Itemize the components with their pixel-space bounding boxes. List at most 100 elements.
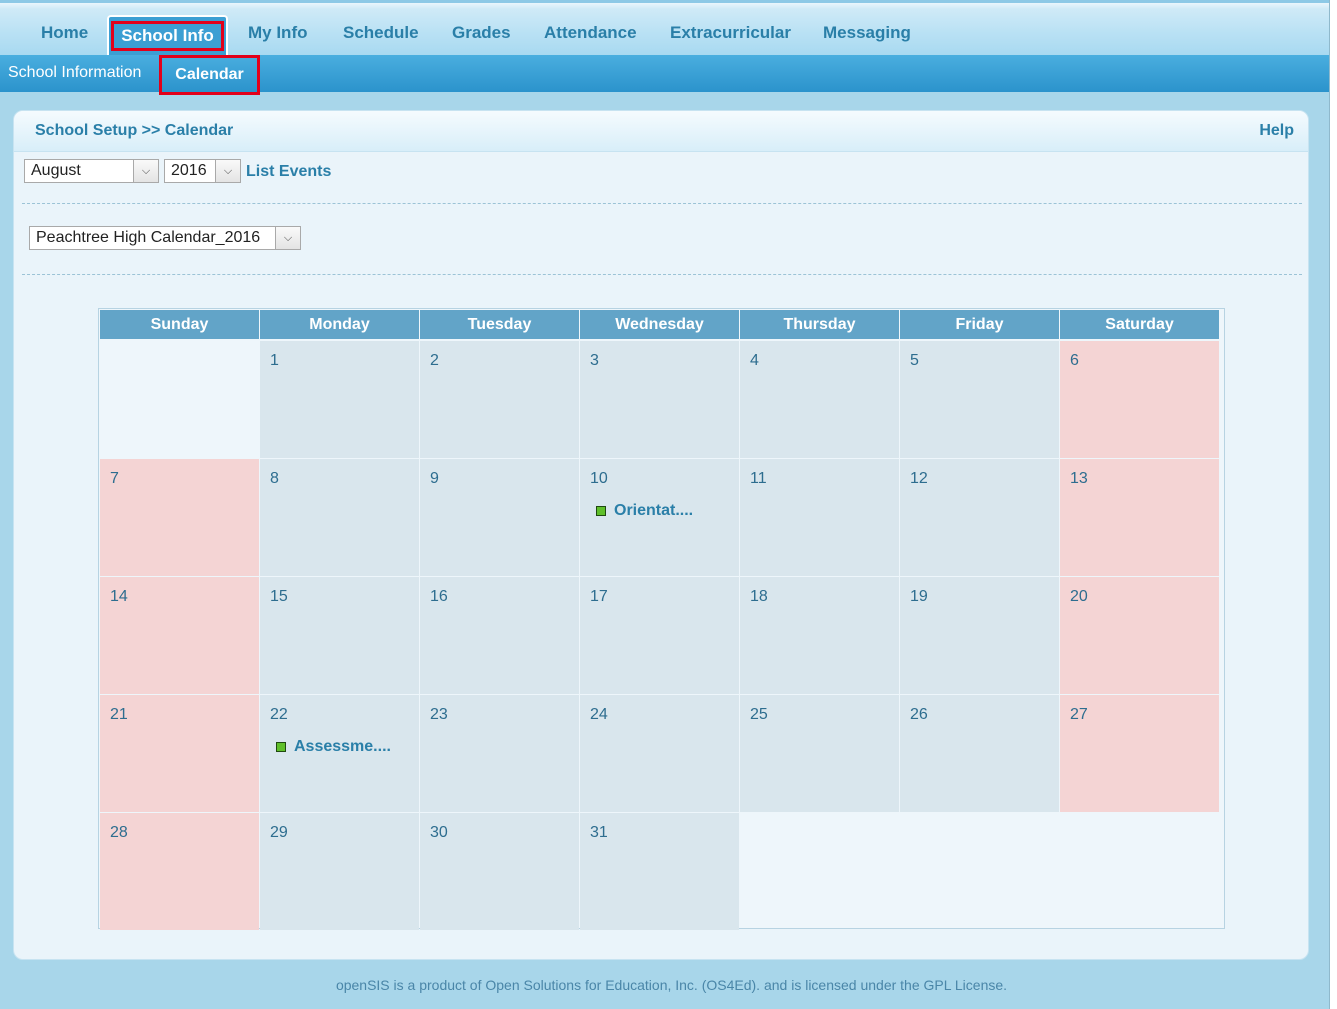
calendar-day-cell[interactable]: 26 — [900, 695, 1059, 812]
day-number: 19 — [910, 588, 928, 605]
divider — [22, 203, 1302, 204]
day-number: 24 — [590, 706, 608, 723]
calendar-day-cell[interactable]: 4 — [740, 341, 899, 458]
calendar-day-cell[interactable]: 20 — [1060, 577, 1219, 694]
event-marker-icon — [276, 742, 286, 752]
calendar-empty-cell — [100, 341, 259, 458]
calendar-day-cell[interactable]: 22 Assessme.... — [260, 695, 419, 812]
subnav-calendar[interactable]: Calendar — [159, 55, 260, 95]
calendar-select[interactable]: Peachtree High Calendar_2016 ⌵ — [29, 226, 301, 250]
calendar-day-cell[interactable]: 11 — [740, 459, 899, 576]
calendar-day-cell[interactable]: 30 — [420, 813, 579, 930]
list-events-link[interactable]: List Events — [246, 163, 331, 181]
tab-school-info[interactable]: School Info — [107, 15, 228, 58]
event-title: Assessme.... — [294, 738, 391, 755]
day-number: 4 — [750, 352, 759, 369]
calendar-day-cell[interactable]: 17 — [580, 577, 739, 694]
day-of-week-wednesday: Wednesday — [580, 310, 739, 339]
chevron-down-icon: ⌵ — [215, 160, 240, 182]
day-number: 13 — [1070, 470, 1088, 487]
day-number: 31 — [590, 824, 608, 841]
day-number: 6 — [1070, 352, 1079, 369]
calendar-day-cell[interactable]: 31 — [580, 813, 739, 930]
day-number: 30 — [430, 824, 448, 841]
calendar-day-cell[interactable]: 8 — [260, 459, 419, 576]
calendar-day-cell[interactable]: 14 — [100, 577, 259, 694]
help-link[interactable]: Help — [1259, 122, 1294, 140]
top-navigation: Home School Info My Info Schedule Grades… — [0, 0, 1329, 58]
day-number: 10 — [590, 470, 608, 487]
day-number: 2 — [430, 352, 439, 369]
day-number: 14 — [110, 588, 128, 605]
day-number: 18 — [750, 588, 768, 605]
day-number: 1 — [270, 352, 279, 369]
calendar-day-cell[interactable]: 28 — [100, 813, 259, 930]
footer-text: openSIS is a product of Open Solutions f… — [335, 977, 1008, 993]
calendar-day-cell[interactable]: 15 — [260, 577, 419, 694]
day-number: 22 — [270, 706, 288, 723]
month-select-value: August — [31, 162, 81, 179]
calendar-day-cell[interactable]: 5 — [900, 341, 1059, 458]
tab-schedule[interactable]: Schedule — [343, 23, 419, 43]
calendar-week-row: 14 15 16 17 18 19 20 — [100, 577, 1220, 694]
day-number: 8 — [270, 470, 279, 487]
tab-extracurricular[interactable]: Extracurricular — [670, 23, 791, 43]
tab-grades[interactable]: Grades — [452, 23, 511, 43]
subnav-school-information[interactable]: School Information — [8, 64, 141, 82]
day-of-week-saturday: Saturday — [1060, 310, 1219, 339]
window-right-edge — [1329, 0, 1337, 1009]
calendar-day-cell[interactable]: 13 — [1060, 459, 1219, 576]
calendar-week-row: 21 22 Assessme.... 23 24 25 26 27 — [100, 695, 1220, 812]
calendar-day-cell[interactable]: 23 — [420, 695, 579, 812]
year-select[interactable]: 2016 ⌵ — [164, 159, 241, 183]
calendar-day-cell[interactable]: 29 — [260, 813, 419, 930]
calendar-day-cell[interactable]: 12 — [900, 459, 1059, 576]
day-number: 25 — [750, 706, 768, 723]
chevron-down-icon: ⌵ — [133, 160, 158, 182]
calendar-day-cell[interactable]: 18 — [740, 577, 899, 694]
calendar-day-cell[interactable]: 19 — [900, 577, 1059, 694]
calendar-event-link[interactable]: Assessme.... — [276, 738, 391, 756]
month-select[interactable]: August ⌵ — [24, 159, 159, 183]
year-select-value: 2016 — [171, 162, 207, 179]
calendar-day-cell[interactable]: 27 — [1060, 695, 1219, 812]
tab-messaging[interactable]: Messaging — [823, 23, 911, 43]
calendar-day-cell[interactable]: 6 — [1060, 341, 1219, 458]
day-number: 29 — [270, 824, 288, 841]
day-number: 28 — [110, 824, 128, 841]
calendar-day-cell[interactable]: 7 — [100, 459, 259, 576]
chevron-down-icon: ⌵ — [275, 227, 300, 249]
calendar-day-cell[interactable]: 21 — [100, 695, 259, 812]
day-number: 17 — [590, 588, 608, 605]
month-calendar: Sunday Monday Tuesday Wednesday Thursday Frid… — [98, 308, 1225, 931]
event-title: Orientat.... — [614, 502, 694, 519]
calendar-day-cell[interactable]: 2 — [420, 341, 579, 458]
calendar-day-cell[interactable]: 24 — [580, 695, 739, 812]
day-of-week-monday: Monday — [260, 310, 419, 339]
calendar-day-cell[interactable]: 10 Orientat.... — [580, 459, 739, 576]
sub-navigation: School Information Calendar — [0, 55, 1329, 95]
calendar-grid: 1 2 3 4 5 6 7 8 9 10 Orientat.... 11 12 13 14 15 16 17 18 1… — [100, 341, 1220, 931]
calendar-day-cell[interactable]: 3 — [580, 341, 739, 458]
day-number: 16 — [430, 588, 448, 605]
calendar-event-link[interactable]: Orientat.... — [596, 502, 693, 520]
day-number: 26 — [910, 706, 928, 723]
tab-school-info-label: School Info — [111, 21, 224, 51]
tab-my-info[interactable]: My Info — [248, 23, 308, 43]
calendar-day-cell[interactable]: 1 — [260, 341, 419, 458]
day-number: 12 — [910, 470, 928, 487]
day-number: 21 — [110, 706, 128, 723]
tab-home[interactable]: Home — [41, 23, 88, 43]
day-of-week-sunday: Sunday — [100, 310, 259, 339]
calendar-day-cell[interactable]: 16 — [420, 577, 579, 694]
calendar-day-cell[interactable]: 9 — [420, 459, 579, 576]
day-number: 9 — [430, 470, 439, 487]
calendar-empty-cell — [1060, 813, 1219, 930]
day-number: 7 — [110, 470, 119, 487]
tab-attendance[interactable]: Attendance — [544, 23, 637, 43]
day-number: 15 — [270, 588, 288, 605]
day-of-week-tuesday: Tuesday — [420, 310, 579, 339]
event-marker-icon — [596, 506, 606, 516]
calendar-day-cell[interactable]: 25 — [740, 695, 899, 812]
calendar-week-row: 28 29 30 31 — [100, 813, 1220, 930]
